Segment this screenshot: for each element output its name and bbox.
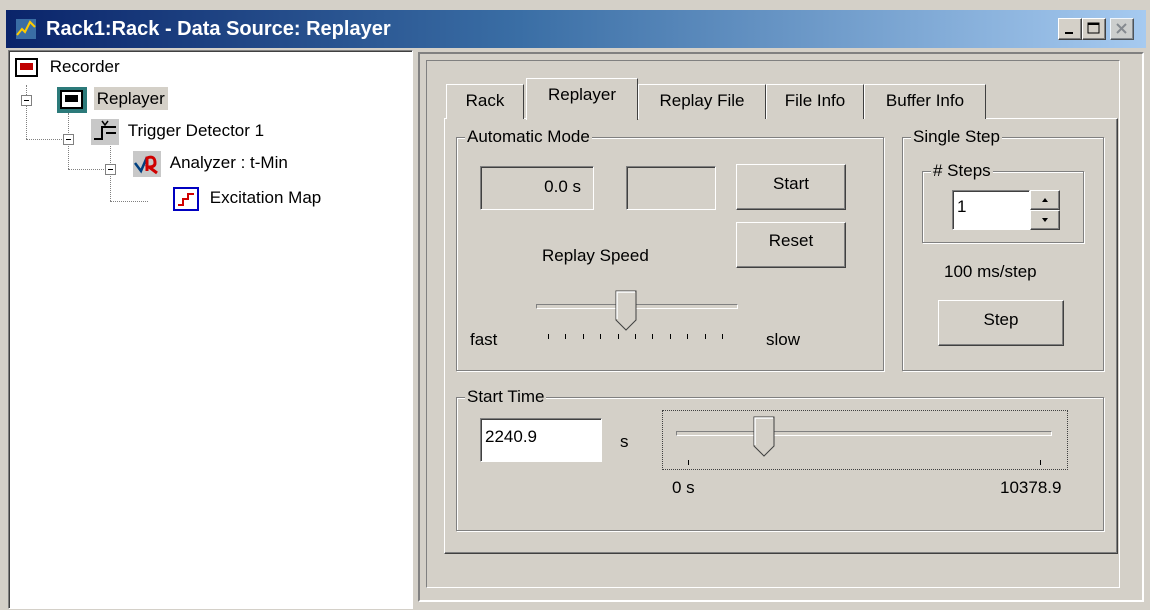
close-icon bbox=[1116, 23, 1127, 34]
speed-tick bbox=[704, 334, 706, 339]
tree-item-label: Recorder bbox=[49, 57, 120, 77]
replay-speed-label: Replay Speed bbox=[542, 246, 649, 265]
trigger-icon bbox=[91, 119, 119, 145]
steps-up-button[interactable] bbox=[1030, 190, 1060, 210]
speed-tick bbox=[722, 334, 723, 339]
maximize-button[interactable] bbox=[1082, 18, 1106, 40]
app-icon bbox=[16, 19, 36, 39]
status-display bbox=[626, 166, 716, 210]
tree-item-recorder[interactable]: Recorder bbox=[15, 57, 120, 79]
speed-tick bbox=[582, 334, 584, 339]
minimize-icon bbox=[1065, 32, 1073, 34]
expand-trigger-icon[interactable] bbox=[63, 134, 74, 145]
start-time-slider-track[interactable] bbox=[676, 431, 1052, 436]
title-bar[interactable]: Rack1:Rack - Data Source: Replayer bbox=[6, 10, 1146, 48]
tree-item-label: Trigger Detector 1 bbox=[127, 121, 265, 141]
min-time-label: 0 s bbox=[672, 478, 695, 497]
elapsed-time-display: 0.0 s bbox=[480, 166, 594, 210]
map-icon bbox=[173, 187, 199, 211]
speed-slider-thumb[interactable] bbox=[615, 290, 637, 332]
tree-item-replayer[interactable]: Replayer bbox=[57, 87, 168, 113]
arrow-down-icon bbox=[1042, 218, 1048, 222]
start-button[interactable]: Start bbox=[736, 164, 846, 210]
tree-item-excitation-map[interactable]: Excitation Map bbox=[173, 187, 321, 211]
speed-tick bbox=[548, 334, 549, 339]
analyzer-icon bbox=[133, 151, 161, 177]
tree-item-label: Analyzer : t-Min bbox=[169, 153, 288, 173]
single-step-title: Single Step bbox=[911, 127, 1002, 147]
steps-title: # Steps bbox=[931, 161, 993, 181]
slow-label: slow bbox=[766, 330, 801, 349]
source-tree[interactable]: Recorder Replayer Trigger Detector 1 Ana… bbox=[8, 50, 413, 609]
tree-item-label: Excitation Map bbox=[209, 188, 322, 208]
speed-tick bbox=[687, 334, 689, 339]
speed-tick bbox=[635, 334, 636, 339]
start-time-input[interactable]: 2240.9 bbox=[480, 418, 602, 462]
end-tick bbox=[1040, 460, 1041, 465]
arrow-up-icon bbox=[1042, 198, 1048, 202]
maximize-icon bbox=[1087, 22, 1100, 34]
automatic-mode-title: Automatic Mode bbox=[465, 127, 592, 147]
recorder-icon bbox=[15, 58, 38, 77]
start-time-slider-thumb[interactable] bbox=[753, 416, 775, 458]
tab-buffer-info[interactable]: Buffer Info bbox=[864, 84, 986, 119]
expand-replayer-icon[interactable] bbox=[21, 95, 32, 106]
window-title: Rack1:Rack - Data Source: Replayer bbox=[46, 18, 391, 40]
tree-item-trigger-detector[interactable]: Trigger Detector 1 bbox=[91, 119, 264, 145]
start-time-slider-focus bbox=[662, 410, 1068, 470]
speed-tick bbox=[565, 334, 567, 339]
speed-tick bbox=[600, 334, 602, 339]
tab-file-info[interactable]: File Info bbox=[766, 84, 864, 119]
replayer-icon bbox=[57, 87, 87, 113]
step-button[interactable]: Step bbox=[938, 300, 1064, 346]
tree-item-analyzer[interactable]: Analyzer : t-Min bbox=[133, 151, 288, 177]
speed-tick bbox=[617, 334, 619, 339]
start-tick bbox=[688, 460, 689, 465]
max-time-label: 10378.9 bbox=[1000, 478, 1062, 497]
fast-label: fast bbox=[470, 330, 498, 349]
steps-down-button[interactable] bbox=[1030, 210, 1060, 230]
tab-replay-file[interactable]: Replay File bbox=[638, 84, 766, 119]
close-button[interactable] bbox=[1110, 18, 1134, 40]
speed-tick bbox=[669, 334, 671, 339]
tree-item-label: Replayer bbox=[93, 87, 168, 111]
seconds-unit-label: s bbox=[620, 432, 629, 451]
reset-button[interactable]: Reset bbox=[736, 222, 846, 268]
speed-tick bbox=[652, 334, 654, 339]
expand-analyzer-icon[interactable] bbox=[105, 164, 116, 175]
minimize-button[interactable] bbox=[1058, 18, 1082, 40]
steps-input[interactable]: 1 bbox=[952, 190, 1030, 230]
tab-rack[interactable]: Rack bbox=[446, 84, 524, 119]
start-time-title: Start Time bbox=[465, 387, 547, 407]
tab-replayer[interactable]: Replayer bbox=[526, 78, 638, 120]
step-rate-label: 100 ms/step bbox=[944, 262, 1037, 281]
